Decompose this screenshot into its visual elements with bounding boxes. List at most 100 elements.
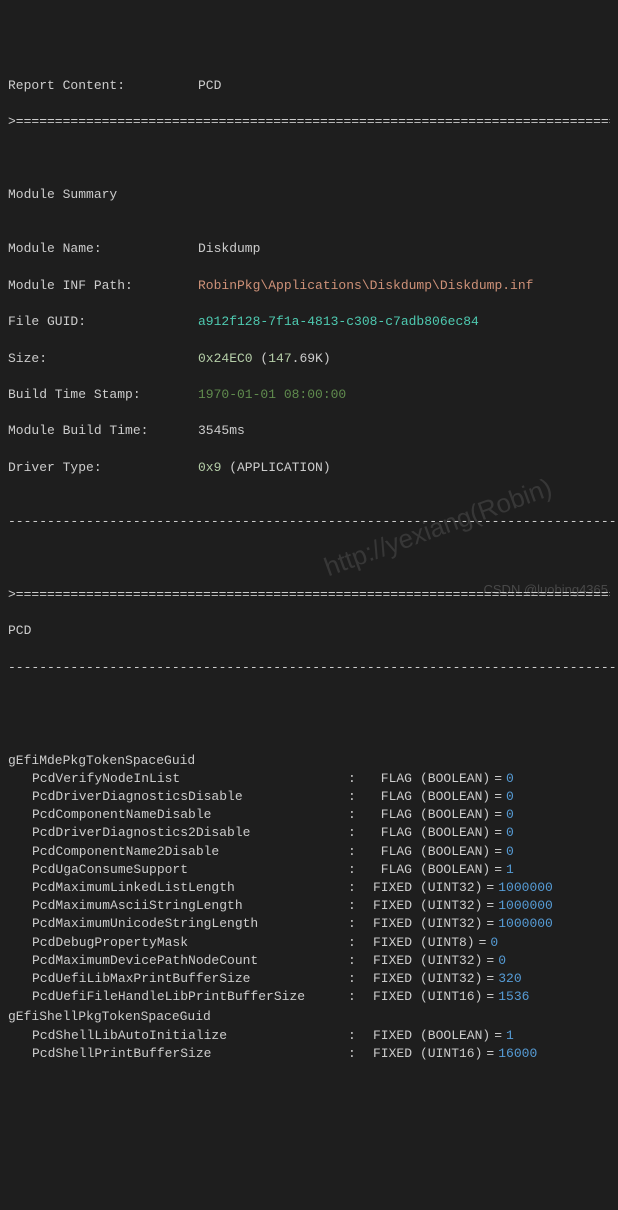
token-space-header: gEfiShellPkgTokenSpaceGuid bbox=[8, 1008, 610, 1026]
pcd-type: (UINT32) bbox=[420, 952, 482, 970]
pcd-kind: FLAG bbox=[360, 861, 420, 879]
pcd-eq: = bbox=[490, 861, 506, 879]
pcd-name: PcdUefiLibMaxPrintBufferSize bbox=[8, 970, 348, 988]
pcd-value: 0 bbox=[506, 824, 514, 842]
size-label: Size: bbox=[8, 350, 198, 368]
pcd-eq: = bbox=[482, 952, 498, 970]
pcd-value: 16000 bbox=[498, 1045, 537, 1063]
pcd-title: PCD bbox=[8, 622, 610, 640]
pcd-name: PcdVerifyNodeInList bbox=[8, 770, 348, 788]
pcd-type: (UINT32) bbox=[420, 970, 482, 988]
pcd-kind: FIXED bbox=[360, 915, 420, 933]
pcd-eq: = bbox=[482, 1045, 498, 1063]
pcd-entry-row: PcdShellLibAutoInitialize:FIXED(BOOLEAN)… bbox=[8, 1027, 610, 1045]
pcd-type: (BOOLEAN) bbox=[420, 843, 490, 861]
module-name-value: Diskdump bbox=[198, 240, 610, 258]
pcd-colon: : bbox=[348, 806, 360, 824]
blank-line bbox=[8, 150, 610, 168]
pcd-kind: FLAG bbox=[360, 824, 420, 842]
driver-type-suffix: (APPLICATION) bbox=[221, 460, 330, 475]
file-guid-label: File GUID: bbox=[8, 313, 198, 331]
size-dec: 147 bbox=[268, 351, 291, 366]
pcd-colon: : bbox=[348, 988, 360, 1006]
build-timestamp-label: Build Time Stamp: bbox=[8, 386, 198, 404]
module-summary-title: Module Summary bbox=[8, 186, 610, 204]
pcd-value: 1536 bbox=[498, 988, 529, 1006]
report-content-label: Report Content: bbox=[8, 77, 198, 95]
driver-type-hex: 0x9 bbox=[198, 460, 221, 475]
pcd-type: (BOOLEAN) bbox=[420, 861, 490, 879]
pcd-entry-row: PcdShellPrintBufferSize:FIXED(UINT16)=16… bbox=[8, 1045, 610, 1063]
pcd-type: (UINT32) bbox=[420, 915, 482, 933]
pcd-type: (UINT16) bbox=[420, 988, 482, 1006]
size-row: Size: 0x24EC0 (147.69K) bbox=[8, 350, 610, 368]
pcd-name: PcdComponentName2Disable bbox=[8, 843, 348, 861]
build-timestamp-value: 1970-01-01 08:00:00 bbox=[198, 386, 610, 404]
pcd-kind: FIXED bbox=[360, 879, 420, 897]
pcd-kind: FLAG bbox=[360, 843, 420, 861]
pcd-kind: FIXED bbox=[360, 988, 420, 1006]
pcd-entry-row: PcdVerifyNodeInList:FLAG(BOOLEAN)=0 bbox=[8, 770, 610, 788]
module-build-time-value: 3545ms bbox=[198, 422, 610, 440]
pcd-colon: : bbox=[348, 1027, 360, 1045]
pcd-name: PcdMaximumLinkedListLength bbox=[8, 879, 348, 897]
pcd-entry-row: PcdDriverDiagnosticsDisable:FLAG(BOOLEAN… bbox=[8, 788, 610, 806]
pcd-entry-row: PcdMaximumAsciiStringLength:FIXED(UINT32… bbox=[8, 897, 610, 915]
separator-mid: >=======================================… bbox=[8, 586, 610, 604]
file-guid-row: File GUID: a912f128-7f1a-4813-c308-c7adb… bbox=[8, 313, 610, 331]
pcd-colon: : bbox=[348, 952, 360, 970]
pcd-eq: = bbox=[490, 788, 506, 806]
separator-dash-2: ----------------------------------------… bbox=[8, 659, 610, 677]
build-timestamp-row: Build Time Stamp: 1970-01-01 08:00:00 bbox=[8, 386, 610, 404]
file-guid-value: a912f128-7f1a-4813-c308-c7adb806ec84 bbox=[198, 313, 610, 331]
pcd-eq: = bbox=[490, 1027, 506, 1045]
pcd-type: (UINT32) bbox=[420, 897, 482, 915]
pcd-entry-row: PcdUefiLibMaxPrintBufferSize:FIXED(UINT3… bbox=[8, 970, 610, 988]
pcd-entry-row: PcdUefiFileHandleLibPrintBufferSize:FIXE… bbox=[8, 988, 610, 1006]
pcd-kind: FIXED bbox=[360, 970, 420, 988]
pcd-entry-row: PcdDebugPropertyMask:FIXED(UINT8)=0 bbox=[8, 934, 610, 952]
pcd-eq: = bbox=[490, 824, 506, 842]
pcd-name: PcdShellLibAutoInitialize bbox=[8, 1027, 348, 1045]
pcd-value: 320 bbox=[498, 970, 521, 988]
pcd-kind: FIXED bbox=[360, 1045, 420, 1063]
pcd-type: (UINT8) bbox=[420, 934, 475, 952]
pcd-kind: FLAG bbox=[360, 770, 420, 788]
size-value: 0x24EC0 (147.69K) bbox=[198, 350, 610, 368]
pcd-colon: : bbox=[348, 861, 360, 879]
module-inf-value: RobinPkg\Applications\Diskdump\Diskdump.… bbox=[198, 277, 610, 295]
pcd-value: 1000000 bbox=[498, 915, 553, 933]
pcd-entry-row: PcdDriverDiagnostics2Disable:FLAG(BOOLEA… bbox=[8, 824, 610, 842]
pcd-name: PcdDriverDiagnostics2Disable bbox=[8, 824, 348, 842]
report-content-value: PCD bbox=[198, 77, 610, 95]
pcd-kind: FIXED bbox=[360, 897, 420, 915]
module-name-row: Module Name: Diskdump bbox=[8, 240, 610, 258]
pcd-value: 0 bbox=[498, 952, 506, 970]
pcd-type: (BOOLEAN) bbox=[420, 806, 490, 824]
module-inf-row: Module INF Path: RobinPkg\Applications\D… bbox=[8, 277, 610, 295]
pcd-kind: FLAG bbox=[360, 788, 420, 806]
pcd-eq: = bbox=[475, 934, 491, 952]
pcd-type: (BOOLEAN) bbox=[420, 788, 490, 806]
pcd-name: PcdDebugPropertyMask bbox=[8, 934, 348, 952]
pcd-value: 0 bbox=[506, 788, 514, 806]
driver-type-label: Driver Type: bbox=[8, 459, 198, 477]
pcd-eq: = bbox=[490, 843, 506, 861]
pcd-entry-row: PcdMaximumLinkedListLength:FIXED(UINT32)… bbox=[8, 879, 610, 897]
pcd-entry-row: PcdUgaConsumeSupport:FLAG(BOOLEAN)=1 bbox=[8, 861, 610, 879]
module-inf-label: Module INF Path: bbox=[8, 277, 198, 295]
pcd-entry-row: PcdComponentName2Disable:FLAG(BOOLEAN)=0 bbox=[8, 843, 610, 861]
pcd-type: (BOOLEAN) bbox=[420, 1027, 490, 1045]
driver-type-row: Driver Type: 0x9 (APPLICATION) bbox=[8, 459, 610, 477]
pcd-value: 1 bbox=[506, 1027, 514, 1045]
driver-type-value: 0x9 (APPLICATION) bbox=[198, 459, 610, 477]
pcd-eq: = bbox=[482, 897, 498, 915]
pcd-value: 0 bbox=[506, 770, 514, 788]
pcd-colon: : bbox=[348, 824, 360, 842]
separator-dash-1: ----------------------------------------… bbox=[8, 513, 610, 531]
pcd-name: PcdMaximumUnicodeStringLength bbox=[8, 915, 348, 933]
pcd-colon: : bbox=[348, 770, 360, 788]
pcd-value: 0 bbox=[490, 934, 498, 952]
pcd-name: PcdShellPrintBufferSize bbox=[8, 1045, 348, 1063]
pcd-entry-row: PcdMaximumUnicodeStringLength:FIXED(UINT… bbox=[8, 915, 610, 933]
